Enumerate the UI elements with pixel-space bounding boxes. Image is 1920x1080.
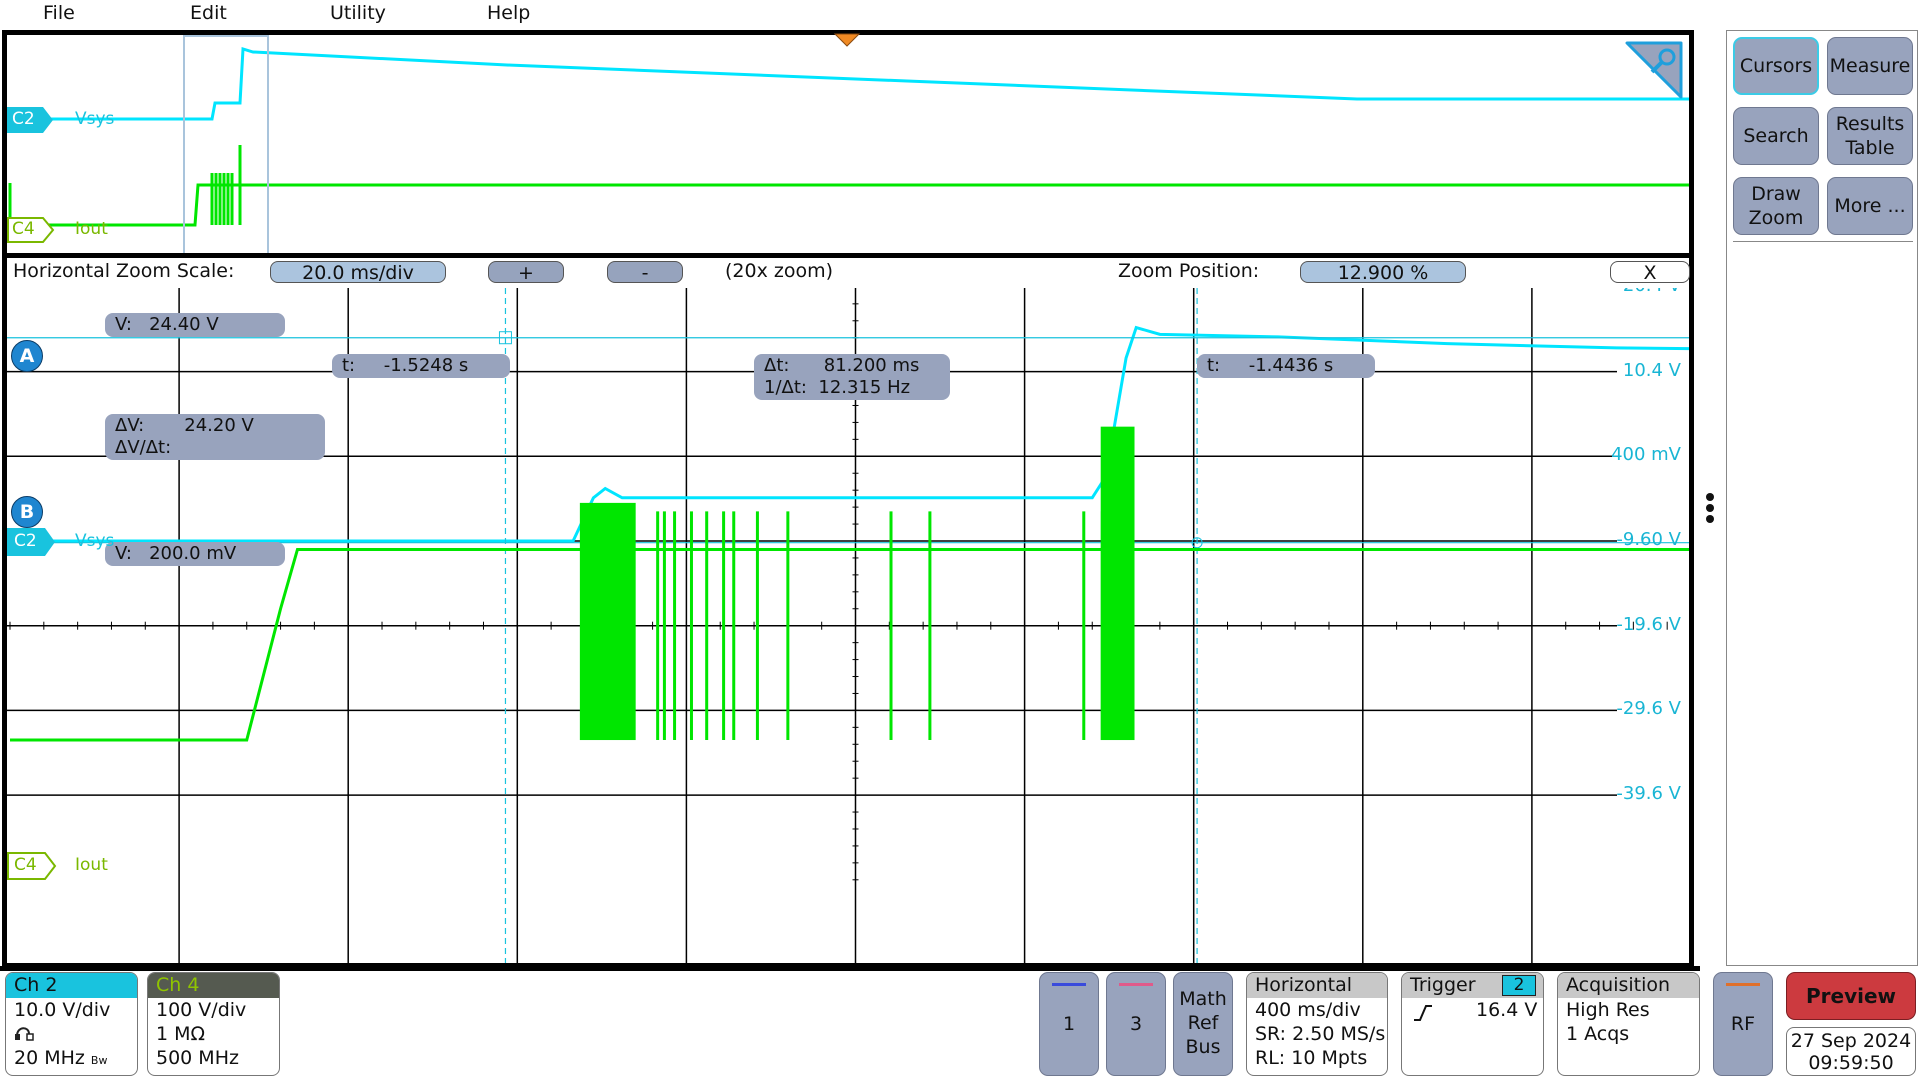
right-control-panel: Cursors Measure Search Results Table Dra… [1726,30,1918,966]
iout-burst-2 [1100,426,1135,741]
menu-utility[interactable]: Utility [330,2,386,24]
channel-tag-label: C2 [14,531,37,551]
rf-label: RF [1730,1013,1756,1035]
rising-edge-icon [1414,1005,1432,1021]
acquisition-count: 1 Acqs [1566,1023,1630,1045]
sample-rate: SR: 2.50 MS/s [1255,1023,1386,1045]
draw-zoom-button[interactable]: Draw Zoom [1733,177,1819,235]
y-axis-label: 10.4 V [1622,359,1681,381]
cursor-b-voltage-readout[interactable]: V: 200.0 mV [105,542,285,566]
channel-3-color-bar [1119,983,1153,986]
channel-tag-label: C4 [12,219,35,239]
more-button[interactable]: More ... [1827,177,1913,235]
trigger-position-marker[interactable] [834,33,860,47]
badge-bandwidth: 20 MHz Bw [6,1046,137,1073]
channel-name: Iout [75,855,108,875]
ref-label: Ref [1187,1012,1219,1034]
badge-title: Ch 2 [6,973,137,998]
y-axis-label: -39.6 V [1616,783,1681,805]
overview-waveform[interactable]: C2 Vsys C4 Iout [2,30,1694,258]
zoom-scale-label: Horizontal Zoom Scale: [13,260,235,282]
badge-impedance: 1 MΩ [156,1023,206,1045]
rf-color-bar [1726,983,1760,986]
acquisition-badge[interactable]: Acquisition High Res 1 Acqs [1557,972,1700,1076]
badge-scale: 10.0 V/div [14,999,111,1021]
bus-label: Bus [1185,1036,1221,1058]
cursor-a-time-readout[interactable]: t: -1.5248 s [332,354,510,378]
channel-2-badge[interactable]: Ch 2 10.0 V/div 20 MHz Bw [5,972,138,1076]
channel-tag-label: C2 [12,109,35,129]
y-axis-label: -9.60 V [1616,529,1681,550]
zoom-factor-label: (20x zoom) [725,260,834,282]
preview-button[interactable]: Preview [1786,972,1916,1020]
zoom-position-field[interactable]: 12.900 % [1300,261,1466,284]
zoom-position-label: Zoom Position: [1118,260,1260,282]
date-time-display[interactable]: 27 Sep 2024 09:59:50 [1786,1027,1916,1076]
badge-title: Trigger 2 [1402,973,1543,998]
badge-scale: 100 V/div [156,999,247,1021]
plot-bottom-border [0,966,1700,971]
channel-1-button[interactable]: 1 [1039,972,1099,1076]
close-zoom-button[interactable]: X [1610,261,1690,284]
channel-name: Vsys [75,531,115,551]
cursors-button[interactable]: Cursors [1733,37,1819,95]
y-axis-label: 400 mV [1611,444,1681,466]
math-ref-bus-button[interactable]: Math Ref Bus [1173,972,1233,1076]
results-table-button[interactable]: Results Table [1827,107,1913,165]
channel-name: Iout [75,219,108,239]
badge-title: Ch 4 [148,973,279,998]
menu-edit[interactable]: Edit [190,2,227,24]
delta-v-readout[interactable]: ΔV: 24.20 V ΔV/Δt: [105,414,325,460]
channel-tag-label: C4 [14,855,37,875]
iout-trace [10,547,1689,742]
iout-burst-1 [579,502,636,741]
trigger-source: 2 [1502,975,1536,996]
more-options-icon[interactable] [1706,490,1716,526]
channel-3-label: 3 [1129,1013,1143,1035]
bandwidth-limit-icon: Bw [90,1054,108,1067]
zoom-bar: Horizontal Zoom Scale: 20.0 ms/div + - (… [2,258,1694,288]
math-label: Math [1179,988,1227,1010]
time: 09:59:50 [1808,1052,1894,1074]
horizontal-badge[interactable]: Horizontal 400 ms/div SR: 2.50 MS/s RL: … [1246,972,1388,1076]
badge-title: Horizontal [1247,973,1387,998]
channel-name: Vsys [75,109,115,129]
cursor-a-marker[interactable]: A [11,340,43,372]
measure-button[interactable]: Measure [1827,37,1913,95]
date: 27 Sep 2024 [1790,1030,1912,1052]
y-axis-label: 20.4 V [1623,288,1681,296]
channel-4-badge[interactable]: Ch 4 100 V/div 1 MΩ 500 MHz [147,972,280,1076]
zoom-waveform-view[interactable]: V: 24.40 V t: -1.5248 s ΔV: 24.20 V ΔV/Δ… [2,288,1694,968]
channel-1-label: 1 [1062,1013,1076,1035]
y-axis-label: -29.6 V [1616,698,1681,720]
channel-3-button[interactable]: 3 [1106,972,1166,1076]
menu-file[interactable]: File [43,2,75,24]
cursor-b-time-readout[interactable]: t: -1.4436 s [1197,354,1375,378]
probe-icon [6,1022,137,1046]
acquisition-mode: High Res [1566,999,1650,1021]
zoom-magnifier-icon[interactable] [1625,41,1683,99]
horizontal-scale: 400 ms/div [1255,999,1361,1021]
cursor-a-voltage-readout[interactable]: V: 24.40 V [105,313,285,337]
zoom-in-button[interactable]: + [488,261,564,284]
bandwidth-value: 20 MHz [14,1047,85,1069]
trigger-badge[interactable]: Trigger 2 16.4 V [1401,972,1544,1076]
record-length: RL: 10 Mpts [1255,1047,1368,1069]
zoom-window-box[interactable] [183,35,269,253]
cursor-b-marker[interactable]: B [11,496,43,528]
zoom-out-button[interactable]: - [607,261,683,284]
badge-title: Acquisition [1558,973,1699,998]
zoom-scale-field[interactable]: 20.0 ms/div [270,261,446,284]
search-button[interactable]: Search [1733,107,1819,165]
badge-bandwidth: 500 MHz [156,1047,239,1069]
y-axis-label: -19.6 V [1616,613,1681,635]
rf-button[interactable]: RF [1713,972,1773,1076]
channel-1-color-bar [1052,983,1086,986]
trigger-title: Trigger [1410,974,1476,996]
panel-divider [1733,241,1913,242]
delta-t-readout[interactable]: Δt: 81.200 ms 1/Δt: 12.315 Hz [754,354,950,400]
menu-help[interactable]: Help [487,2,530,24]
trigger-level-row: 16.4 V [1402,998,1543,1024]
trigger-level: 16.4 V [1476,999,1538,1021]
